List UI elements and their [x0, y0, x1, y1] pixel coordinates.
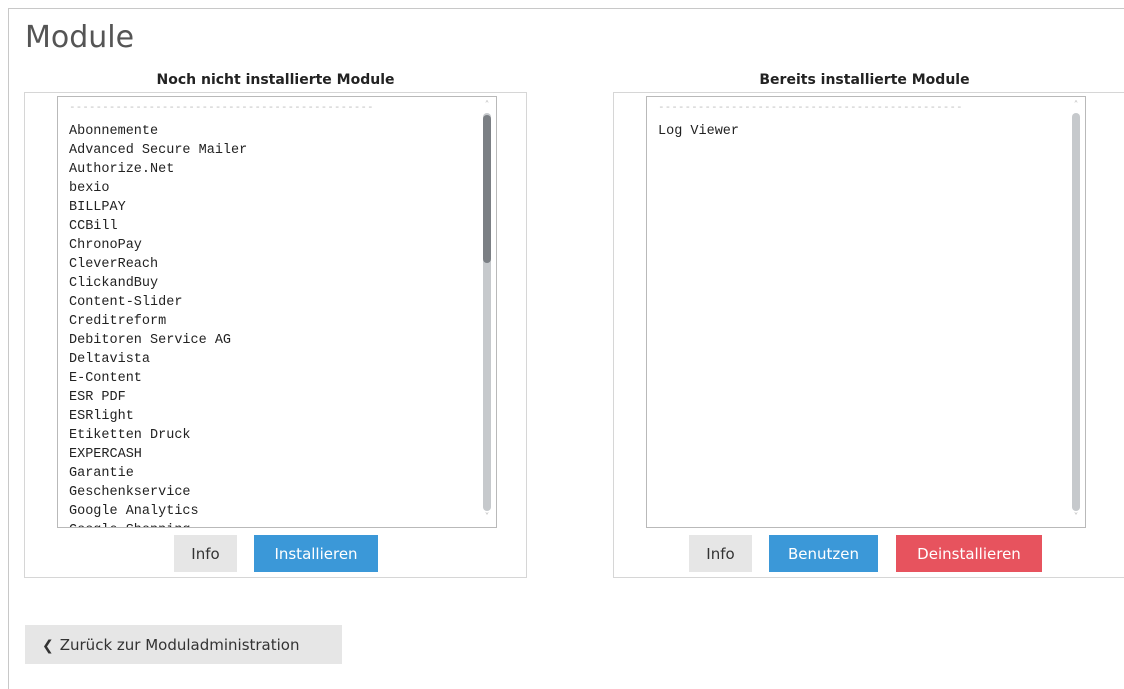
scrollbar-thumb[interactable] — [483, 115, 491, 263]
list-item[interactable]: CCBill — [58, 217, 478, 236]
uninstalled-modules-items: Abonnemente Advanced Secure Mailer Authori… — [58, 122, 478, 527]
scrollbar-track[interactable] — [1072, 113, 1080, 511]
chevron-down-icon[interactable]: ˅ — [481, 512, 493, 524]
list-item[interactable]: ClickandBuy — [58, 274, 478, 293]
uninstalled-modules-list-content: ----------------------------------------… — [58, 97, 478, 527]
install-button[interactable]: Installieren — [254, 535, 378, 572]
list-item[interactable]: Deltavista — [58, 350, 478, 369]
frame-border-left — [8, 8, 9, 689]
list-separator: ----------------------------------------… — [69, 101, 374, 113]
list-item[interactable]: BILLPAY — [58, 198, 478, 217]
list-item[interactable]: Log Viewer — [647, 122, 1067, 141]
list-item[interactable]: Google Shopping — [58, 521, 478, 527]
list-item[interactable]: bexio — [58, 179, 478, 198]
list-item[interactable]: Authorize.Net — [58, 160, 478, 179]
list-item[interactable]: ESR PDF — [58, 388, 478, 407]
list-separator: ----------------------------------------… — [658, 101, 963, 113]
uninstalled-list-scrollbar[interactable]: ˄ ˅ — [478, 97, 496, 527]
installed-modules-list[interactable]: ----------------------------------------… — [646, 96, 1086, 528]
list-item[interactable]: Garantie — [58, 464, 478, 483]
list-item[interactable]: Creditreform — [58, 312, 478, 331]
uninstalled-modules-heading: Noch nicht installierte Module — [156, 72, 395, 88]
back-to-module-admin-button[interactable]: ❮ Zurück zur Moduladministration — [25, 625, 342, 664]
uninstalled-modules-list[interactable]: ----------------------------------------… — [57, 96, 497, 528]
info-button-installed[interactable]: Info — [689, 535, 752, 572]
list-item[interactable]: Abonnemente — [58, 122, 478, 141]
chevron-down-icon[interactable]: ˅ — [1070, 512, 1082, 524]
installed-modules-heading: Bereits installierte Module — [759, 72, 970, 88]
list-item[interactable]: Google Analytics — [58, 502, 478, 521]
list-item[interactable]: Content-Slider — [58, 293, 478, 312]
chevron-up-icon[interactable]: ˄ — [1070, 100, 1082, 112]
list-item[interactable]: ESRlight — [58, 407, 478, 426]
frame-border-top — [8, 8, 1124, 9]
list-item[interactable]: Debitoren Service AG — [58, 331, 478, 350]
list-item[interactable]: CleverReach — [58, 255, 478, 274]
list-item[interactable]: Geschenkservice — [58, 483, 478, 502]
chevron-up-icon[interactable]: ˄ — [481, 100, 493, 112]
list-item[interactable]: Etiketten Druck — [58, 426, 478, 445]
list-item[interactable]: ChronoPay — [58, 236, 478, 255]
back-button-label: Zurück zur Moduladministration — [59, 635, 300, 654]
installed-list-scrollbar[interactable]: ˄ ˅ — [1067, 97, 1085, 527]
page-title: Module — [25, 20, 135, 55]
info-button-uninstalled[interactable]: Info — [174, 535, 237, 572]
installed-modules-list-content: ----------------------------------------… — [647, 97, 1067, 527]
list-item[interactable]: EXPERCASH — [58, 445, 478, 464]
uninstall-button[interactable]: Deinstallieren — [896, 535, 1042, 572]
list-item[interactable]: Advanced Secure Mailer — [58, 141, 478, 160]
use-button[interactable]: Benutzen — [769, 535, 878, 572]
list-item[interactable]: E-Content — [58, 369, 478, 388]
installed-modules-items: Log Viewer — [647, 122, 1067, 141]
chevron-left-icon: ❮ — [42, 637, 54, 654]
